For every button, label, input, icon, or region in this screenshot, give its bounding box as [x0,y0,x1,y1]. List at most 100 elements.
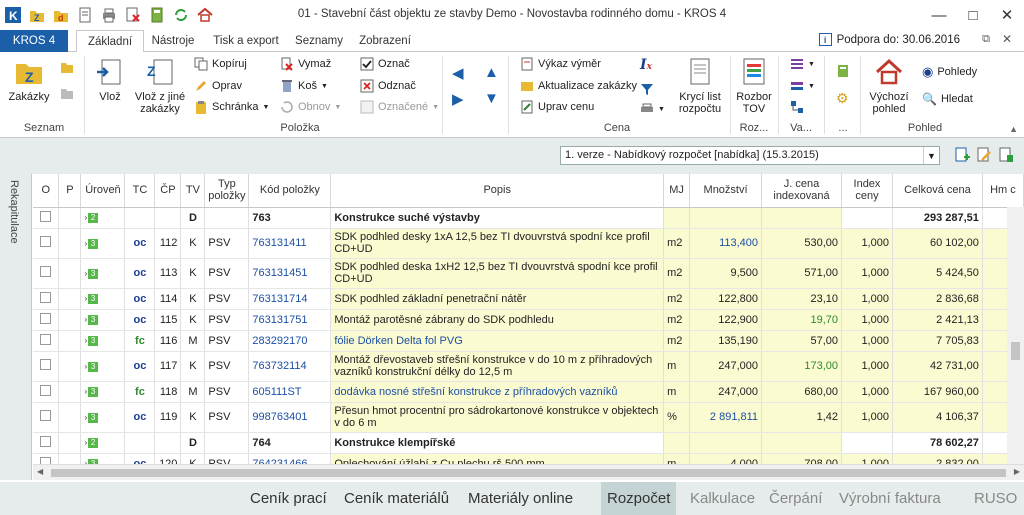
cp-cell[interactable]: 117 [154,351,182,382]
recap-sidebar[interactable]: Rekapitulace [0,174,32,480]
index-cell[interactable] [841,432,893,454]
select-checkbox-cell[interactable] [33,228,60,259]
total-cell[interactable]: 293 287,51 [892,207,983,229]
row-checkbox[interactable] [40,359,52,370]
level-cell[interactable]: › 2 [80,432,126,454]
column-header[interactable]: Množství [689,174,763,208]
column-header[interactable]: Celková cena [892,174,983,208]
description-cell[interactable]: Přesun hmot procentní pro sádrokartonové… [330,402,665,433]
level-cell[interactable]: › 3 [80,288,126,310]
code-cell[interactable]: 764231466 [248,453,332,464]
cp-cell[interactable] [154,207,182,229]
scroll-right-icon[interactable]: ▶ [1014,467,1020,476]
tc-cell[interactable]: oc [124,228,156,259]
version-select[interactable]: 1. verze - Nabídkový rozpočet [nabídka] … [560,146,940,165]
kopiruj-button[interactable]: Kopíruj [194,57,247,71]
typ-cell[interactable]: PSV [204,381,250,403]
tc-cell[interactable] [124,207,156,229]
vertical-scrollbar[interactable] [1007,207,1024,464]
cp-cell[interactable]: 116 [154,330,182,352]
cp-cell[interactable]: 112 [154,228,182,259]
move-up-button[interactable]: ▲ [484,64,499,81]
mj-cell[interactable]: % [663,402,691,433]
total-cell[interactable]: 2 832,00 [892,453,983,464]
tab-nastroje[interactable]: Nástroje [146,30,200,52]
total-cell[interactable]: 2 836,68 [892,288,983,310]
code-cell[interactable]: 763131751 [248,309,332,331]
move-left-button[interactable]: ◀ [452,64,464,82]
code-cell[interactable]: 605111ST [248,381,332,403]
variant-2-button[interactable]: ▼ [790,79,815,93]
ribbon-close-icon[interactable]: ✕ [1002,32,1012,46]
row-checkbox[interactable] [40,312,52,324]
scroll-left-icon[interactable]: ◀ [37,467,43,476]
mj-cell[interactable]: m2 [663,309,691,331]
column-header[interactable]: P [58,174,82,208]
tc-cell[interactable] [124,432,156,454]
quantity-cell[interactable] [689,207,763,229]
quantity-cell[interactable]: 4,000 [689,453,763,464]
quantity-cell[interactable]: 247,000 [689,351,763,382]
quantity-cell[interactable]: 122,800 [689,288,763,310]
tv-cell[interactable]: K [180,288,206,310]
obnov-button[interactable]: Obnov ▼ [280,100,341,114]
tc-cell[interactable]: oc [124,258,156,289]
tv-cell[interactable]: M [180,330,206,352]
folder-u-small-button[interactable] [60,86,74,100]
p-cell[interactable] [58,207,82,229]
document-icon[interactable] [74,4,96,26]
select-checkbox-cell[interactable] [33,402,60,433]
total-cell[interactable]: 5 424,50 [892,258,983,289]
level-cell[interactable]: › 3 [80,228,126,259]
typ-cell[interactable]: PSV [204,258,250,289]
column-header[interactable]: J. cena indexovaná [761,174,842,208]
typ-cell[interactable]: PSV [204,351,250,382]
print-small-button[interactable]: ▼ [640,102,665,116]
delete-version-button[interactable] [998,147,1014,163]
vloz-button[interactable]: Vlož [92,56,128,103]
oznac-button[interactable]: Označ [360,57,410,71]
unit-price-cell[interactable]: 173,00 [761,351,842,382]
horizontal-scrollbar[interactable]: ◀ ▶ [33,464,1024,480]
unit-price-cell[interactable]: 57,00 [761,330,842,352]
mj-cell[interactable]: m [663,381,691,403]
total-cell[interactable]: 42 731,00 [892,351,983,382]
tc-cell[interactable]: fc [124,330,156,352]
typ-cell[interactable]: PSV [204,288,250,310]
typ-cell[interactable] [204,207,250,229]
tv-cell[interactable]: D [180,432,206,454]
level-cell[interactable]: › 3 [80,330,126,352]
tab-tisk-export[interactable]: Tisk a export [208,30,284,52]
unit-price-cell[interactable]: 530,00 [761,228,842,259]
code-cell[interactable]: 763131714 [248,288,332,310]
p-cell[interactable] [58,228,82,259]
table-row[interactable]: › 3 fc 116 M PSV 283292170 fólie Dörken Delta f… [33,330,1024,352]
table-row[interactable]: › 3 oc 120 K PSV 764231466 Oplechování úžlabí z… [33,453,1024,464]
module-vyrobni-faktura[interactable]: Výrobní faktura [833,482,947,515]
move-right-button[interactable]: ▶ [452,90,464,108]
description-cell[interactable]: Montáž parotěsné zábrany do SDK podhledu [330,309,665,331]
row-checkbox[interactable] [40,410,52,421]
calc-small-button[interactable] [836,64,850,78]
kryci-list-button[interactable]: Krycí list rozpočtu [676,56,724,115]
index-cell[interactable]: 1,000 [841,351,893,382]
section-row[interactable]: › 2 D 763 Konstrukce suché výstavby 293 287,5… [33,207,1024,229]
row-checkbox[interactable] [40,210,52,222]
description-cell[interactable]: Montáž dřevostaveb střešní konstrukce v … [330,351,665,382]
module-cenik-praci[interactable]: Ceník prací [244,482,333,515]
print-icon[interactable] [98,4,120,26]
level-cell[interactable]: › 3 [80,381,126,403]
ribbon-restore-icon[interactable]: ⧉ [982,33,990,46]
select-checkbox-cell[interactable] [33,258,60,289]
p-cell[interactable] [58,453,82,464]
tab-zobrazeni[interactable]: Zobrazení [354,30,416,52]
select-checkbox-cell[interactable] [33,432,60,454]
folder-d-icon[interactable]: d [50,4,72,26]
mj-cell[interactable]: m [663,453,691,464]
oznacene-button[interactable]: Označené ▼ [360,100,439,114]
select-checkbox-cell[interactable] [33,351,60,382]
minimize-button[interactable]: — [922,0,956,30]
cp-cell[interactable]: 113 [154,258,182,289]
vychozi-pohled-button[interactable]: Výchozí pohled [866,56,912,115]
row-checkbox[interactable] [40,291,52,303]
